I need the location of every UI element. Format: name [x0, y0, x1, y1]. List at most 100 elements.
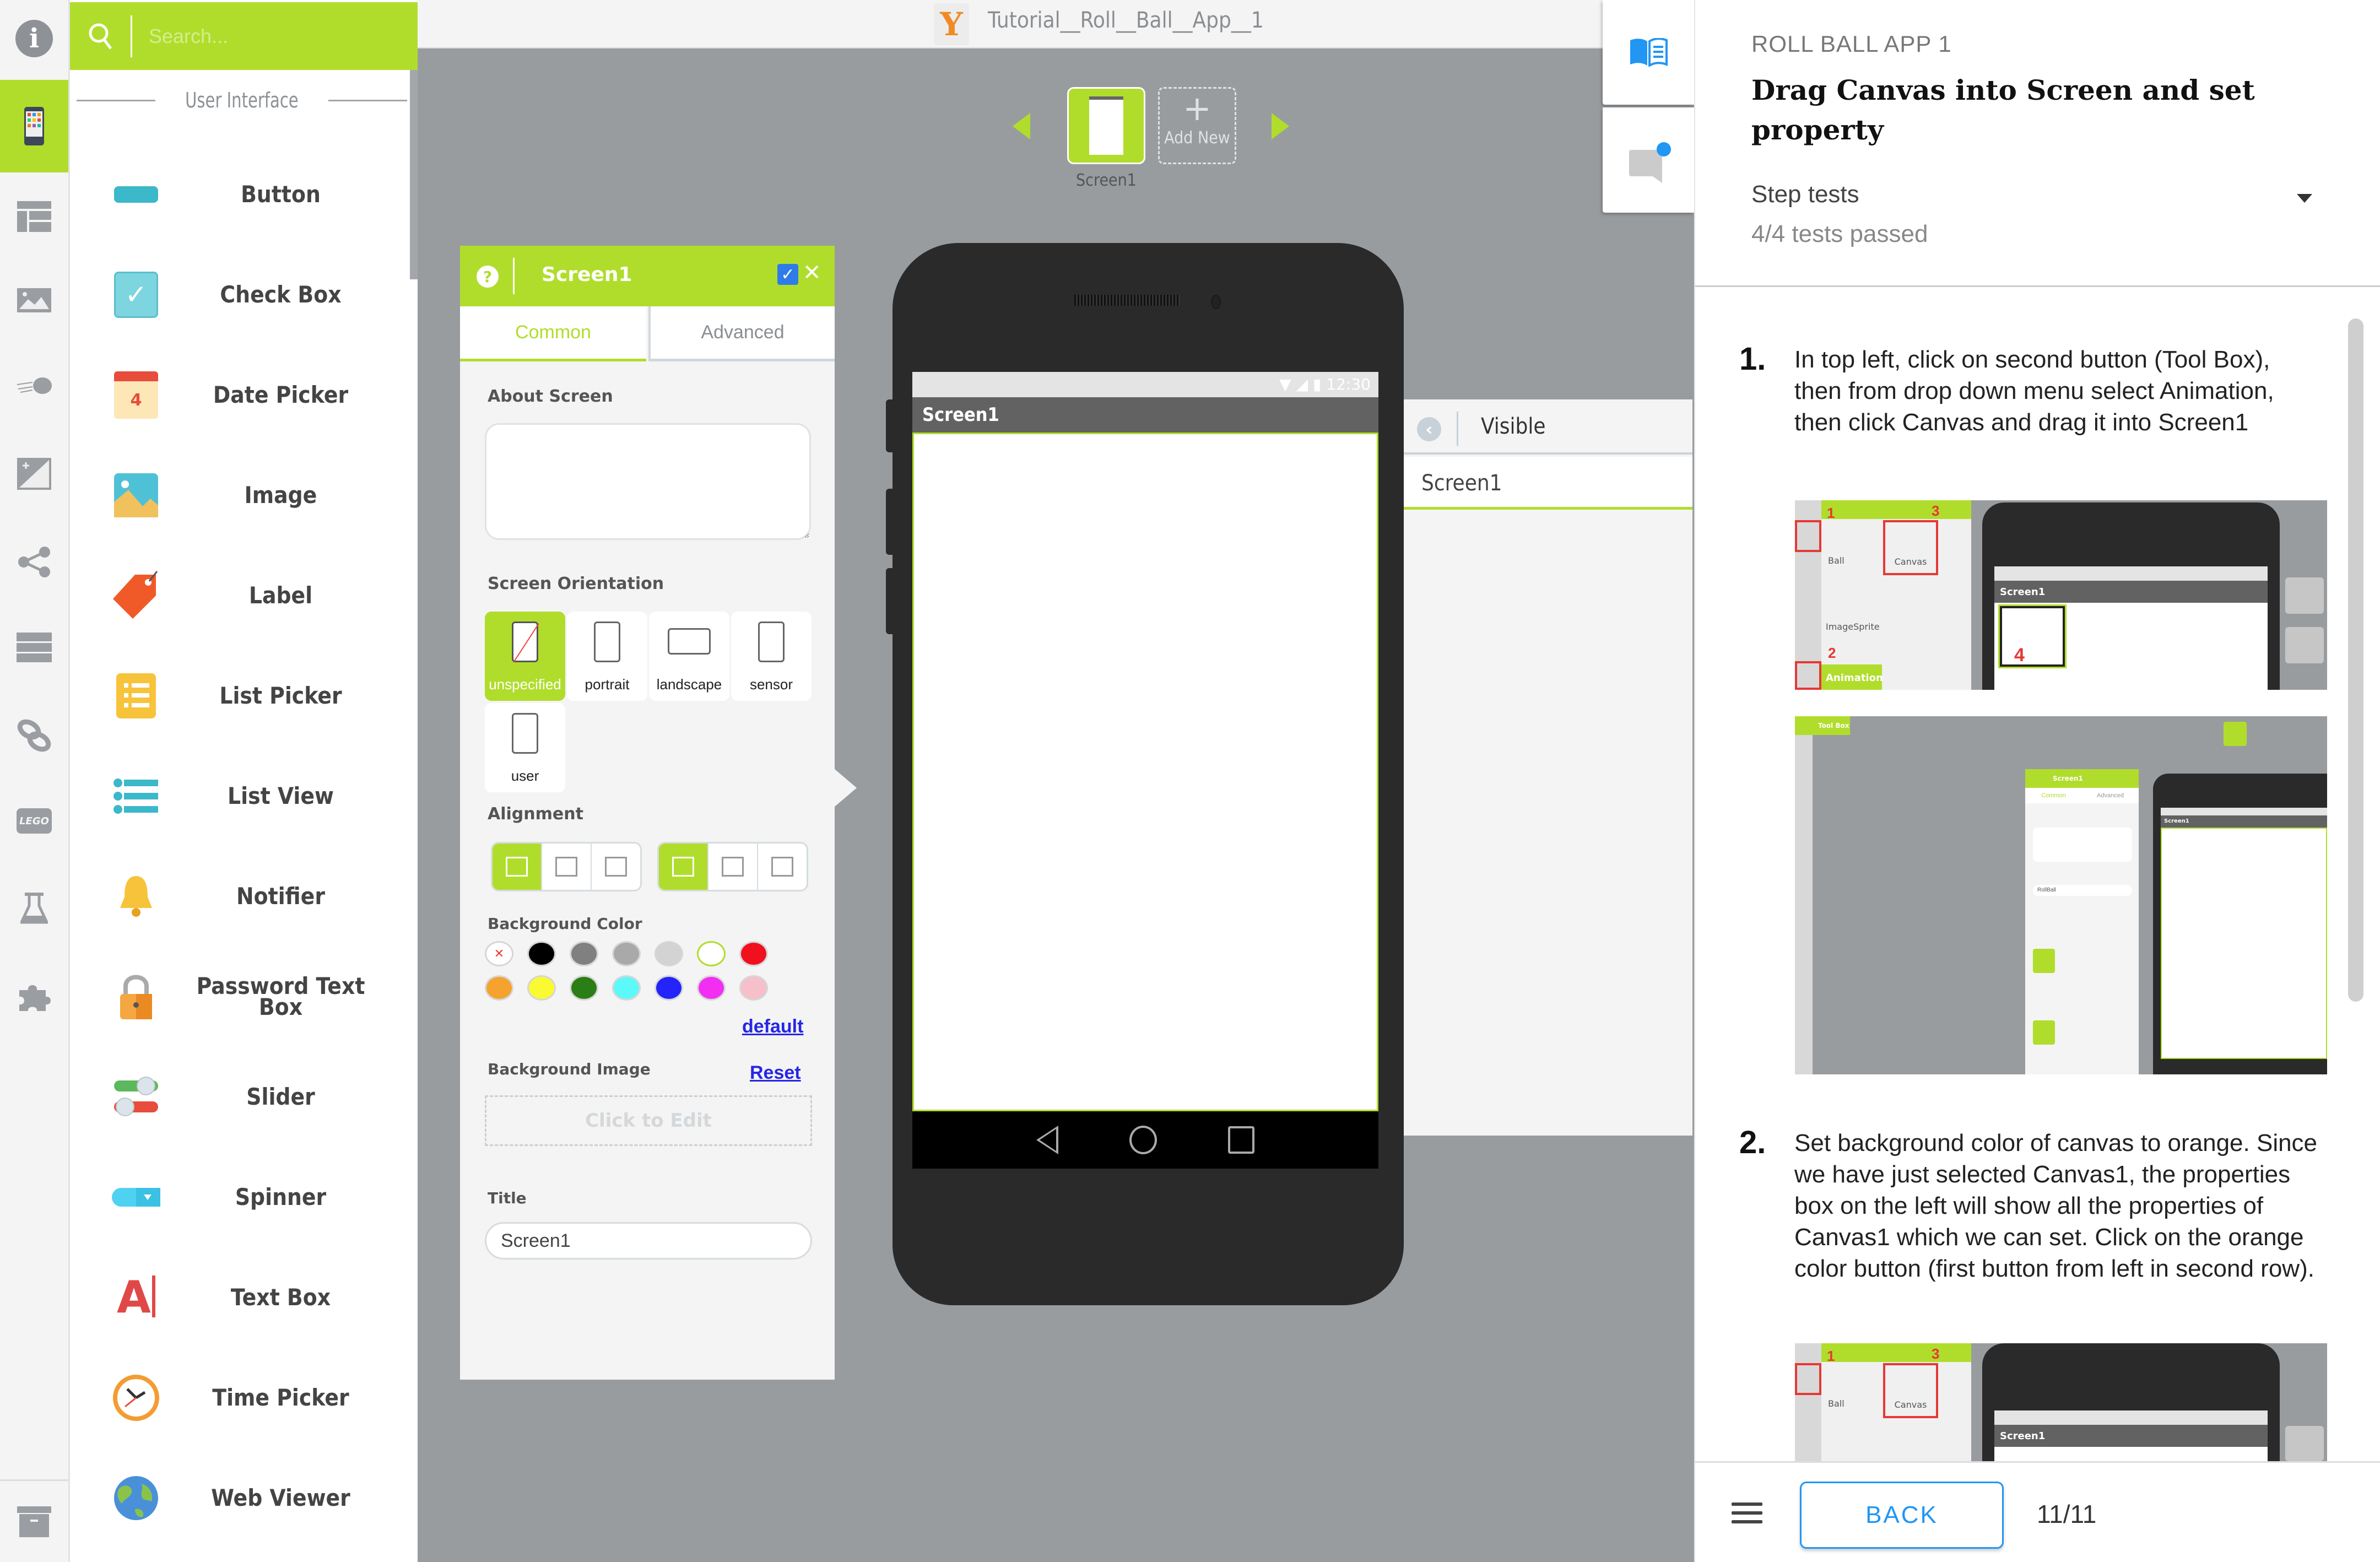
- strip-info-button[interactable]: i: [0, 0, 68, 77]
- reset-image-link[interactable]: Reset: [750, 1062, 801, 1084]
- align-bottom-icon: [771, 857, 793, 877]
- palette-search-input[interactable]: [149, 24, 391, 48]
- next-screen-arrow-icon[interactable]: [1272, 113, 1289, 139]
- strip-lego-button[interactable]: LEGO: [0, 777, 68, 865]
- palette-item-web-viewer[interactable]: Web Viewer: [70, 1448, 410, 1548]
- strip-sensors-button[interactable]: [0, 430, 68, 518]
- color-swatch[interactable]: [570, 941, 598, 966]
- default-color-link[interactable]: default: [742, 1016, 803, 1037]
- palette-item-image[interactable]: Image: [70, 445, 410, 545]
- palette-item-list-view[interactable]: List View: [70, 746, 410, 846]
- strip-extension-button[interactable]: [0, 953, 68, 1041]
- phone-speaker: [1074, 295, 1180, 306]
- divider: [1695, 285, 2380, 287]
- orientation-unspecified[interactable]: unspecified: [485, 612, 565, 701]
- course-title: ROLL BALL APP 1: [1751, 31, 1952, 57]
- shot-label-toolbox: Tool Box: [1795, 716, 1850, 735]
- palette-item-list-picker[interactable]: List Picker: [70, 646, 410, 746]
- phone-preview: ▼ ◢ ▮ 12:30 Screen1: [886, 243, 1404, 1305]
- palette-item-time-picker[interactable]: Time Picker: [70, 1348, 410, 1448]
- palette-section-header: User Interface: [77, 88, 408, 112]
- align-middle-button[interactable]: [708, 844, 758, 890]
- title-input[interactable]: [485, 1222, 812, 1260]
- strip-archive-button[interactable]: [0, 1479, 68, 1562]
- orientation-sensor[interactable]: sensor: [731, 612, 812, 701]
- palette-item-date-picker[interactable]: 4 Date Picker: [70, 345, 410, 445]
- nav-recent-icon: [1228, 1126, 1255, 1154]
- tab-common[interactable]: Common: [460, 306, 646, 361]
- palette-item-text-box[interactable]: A Text Box: [70, 1247, 410, 1348]
- screen-thumbnail-screen1[interactable]: [1067, 87, 1145, 164]
- strip-media-button[interactable]: [0, 256, 68, 344]
- color-swatch[interactable]: [654, 941, 683, 966]
- color-swatch[interactable]: [485, 975, 513, 1001]
- tab-advanced[interactable]: Advanced: [648, 306, 835, 361]
- previous-screen-arrow-icon[interactable]: [1013, 113, 1030, 139]
- color-swatch[interactable]: [697, 975, 726, 1001]
- align-top-button[interactable]: [659, 844, 708, 890]
- expand-tests-caret-icon[interactable]: [2297, 194, 2312, 203]
- palette-item-checkbox[interactable]: ✓ Check Box: [70, 245, 410, 345]
- color-swatch[interactable]: [527, 975, 556, 1001]
- tutorial-scrollbar[interactable]: [2348, 318, 2363, 1002]
- shot-label-ball: Ball: [1828, 555, 1844, 566]
- strip-animation-button[interactable]: [0, 342, 68, 430]
- palette-scrollbar[interactable]: [410, 70, 418, 279]
- tutorial-tab[interactable]: [1603, 0, 1694, 105]
- help-icon[interactable]: ?: [477, 266, 499, 288]
- phone-landscape-icon: [668, 628, 711, 655]
- add-new-screen-button[interactable]: + Add New: [1158, 87, 1236, 164]
- background-image-picker[interactable]: Click to Edit: [485, 1095, 812, 1146]
- palette-item-notifier[interactable]: Notifier: [70, 846, 410, 947]
- component-palette: User Interface Button ✓ Check Box 4 Date…: [70, 0, 418, 1562]
- color-swatch[interactable]: [739, 941, 768, 966]
- color-swatch[interactable]: [612, 941, 641, 966]
- component-tree-header: ‹ Visible: [1404, 399, 1692, 455]
- palette-item-label[interactable]: Label: [70, 545, 410, 646]
- back-button[interactable]: BACK: [1800, 1482, 2004, 1549]
- strip-user-interface-button[interactable]: [0, 80, 68, 172]
- orientation-portrait[interactable]: portrait: [567, 612, 647, 701]
- strip-storage-button[interactable]: [0, 603, 68, 691]
- screen1-canvas-area[interactable]: [912, 433, 1378, 1111]
- component-tree-title: Visible: [1481, 414, 1546, 439]
- palette-item-button[interactable]: Button: [70, 144, 410, 245]
- menu-icon[interactable]: [1732, 1502, 1762, 1529]
- palette-item-password-text-box[interactable]: Password Text Box: [70, 947, 410, 1047]
- strip-connectivity-button[interactable]: [0, 691, 68, 780]
- shot-label-canvas: Canvas: [1883, 520, 1938, 575]
- screen-thumbnail-label: Screen1: [1076, 171, 1137, 190]
- step-tests-label[interactable]: Step tests: [1751, 181, 1859, 208]
- color-swatch[interactable]: [697, 941, 726, 966]
- layout-icon: [17, 201, 51, 232]
- orientation-landscape[interactable]: landscape: [649, 612, 729, 701]
- strip-layout-button[interactable]: [0, 172, 68, 261]
- align-bottom-button[interactable]: [758, 844, 807, 890]
- close-icon[interactable]: ✕: [803, 260, 821, 285]
- back-arrow-icon[interactable]: ‹: [1417, 417, 1441, 441]
- align-center-button[interactable]: [542, 844, 592, 890]
- color-swatch[interactable]: [739, 975, 768, 1001]
- strip-experimental-button[interactable]: [0, 865, 68, 953]
- visible-checkbox[interactable]: ✓: [777, 264, 798, 285]
- align-left-button[interactable]: [493, 844, 542, 890]
- strip-social-button[interactable]: [0, 518, 68, 606]
- orientation-user[interactable]: user: [485, 703, 565, 792]
- palette-search-bar: [70, 2, 418, 70]
- color-swatch[interactable]: [570, 975, 598, 1001]
- color-swatch[interactable]: [612, 975, 641, 1001]
- step-text: Set background color of canvas to orange…: [1794, 1129, 2318, 1282]
- align-right-button[interactable]: [592, 844, 640, 890]
- phone-unspecified-icon: [512, 621, 538, 662]
- component-tree-item[interactable]: Screen1: [1404, 457, 1692, 510]
- about-screen-textarea[interactable]: [485, 423, 811, 540]
- screen-orientation-label: Screen Orientation: [488, 574, 664, 593]
- palette-item-slider[interactable]: Slider: [70, 1047, 410, 1147]
- tests-passed-status: 4/4 tests passed: [1751, 220, 1928, 247]
- palette-item-spinner[interactable]: Spinner: [70, 1147, 410, 1247]
- chat-tab[interactable]: [1603, 107, 1694, 213]
- color-swatch[interactable]: [527, 941, 556, 966]
- color-swatch-none[interactable]: ✕: [485, 941, 513, 966]
- color-swatch[interactable]: [654, 975, 683, 1001]
- status-icons: ▼ ◢ ▮: [1279, 375, 1322, 393]
